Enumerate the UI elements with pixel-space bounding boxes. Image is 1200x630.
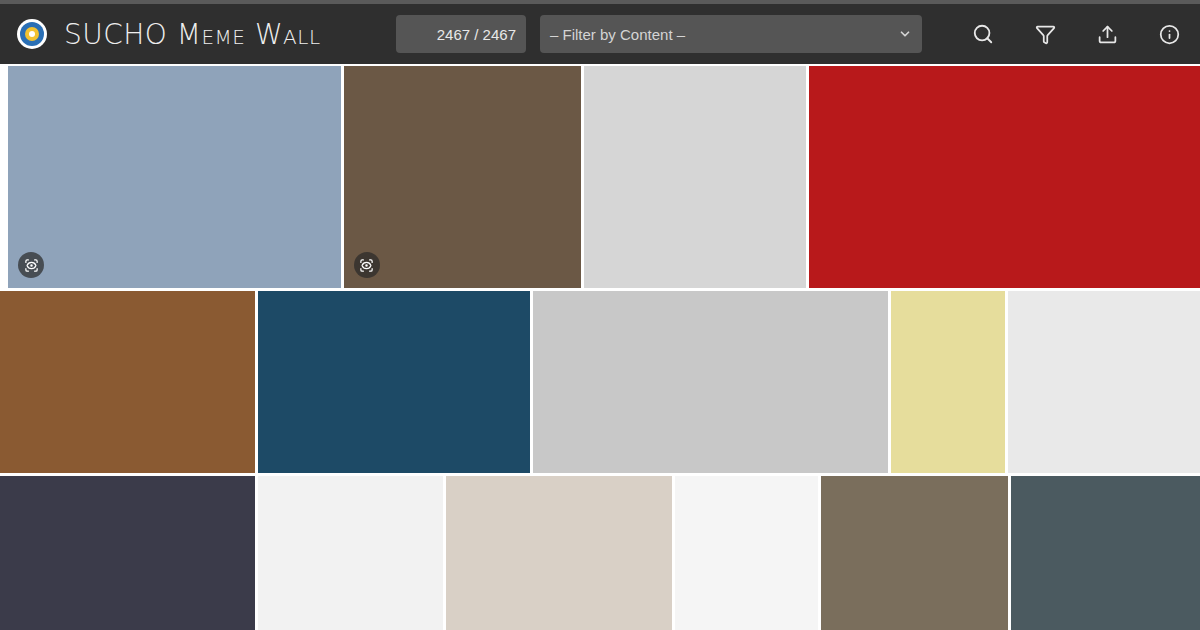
meme-tile[interactable]	[258, 291, 530, 473]
toolbar: SUCHO Meme Wall 2467 / 2467 – Filter by Co…	[0, 0, 1200, 64]
meme-tile[interactable]	[0, 476, 255, 630]
meme-tile[interactable]	[258, 476, 443, 630]
meme-grid	[0, 64, 1200, 630]
meme-tile[interactable]	[584, 66, 806, 288]
meme-tile[interactable]	[533, 291, 888, 473]
meme-wall-page: SUCHO Meme Wall 2467 / 2467 – Filter by Co…	[0, 0, 1200, 630]
meme-tile[interactable]	[344, 66, 582, 288]
meme-tile[interactable]	[821, 476, 1008, 630]
gallery-icon	[359, 258, 374, 273]
search-button[interactable]	[966, 17, 1000, 51]
sucho-logo-icon	[16, 18, 48, 50]
meme-tile[interactable]	[1011, 476, 1200, 630]
gallery-badge[interactable]	[354, 252, 380, 278]
meme-tile[interactable]	[8, 66, 341, 288]
content-filter[interactable]: – Filter by Content –	[540, 15, 922, 53]
gallery-icon	[24, 258, 39, 273]
upload-button[interactable]	[1090, 17, 1124, 51]
meme-tile[interactable]	[891, 291, 1005, 473]
meme-row	[0, 476, 1200, 630]
search-icon	[972, 23, 994, 45]
item-counter[interactable]: 2467 / 2467	[396, 15, 526, 53]
meme-tile[interactable]	[1008, 291, 1200, 473]
filter-button[interactable]	[1028, 17, 1062, 51]
meme-tile[interactable]	[446, 476, 672, 630]
meme-row	[0, 291, 1200, 473]
info-button[interactable]	[1152, 17, 1186, 51]
gallery-badge[interactable]	[18, 252, 44, 278]
info-icon	[1159, 24, 1180, 45]
meme-tile[interactable]	[0, 291, 255, 473]
upload-icon	[1097, 24, 1118, 45]
app-title: SUCHO Meme Wall	[64, 18, 382, 51]
dropdown-arrow-icon	[898, 27, 912, 41]
filter-icon	[1035, 24, 1056, 45]
meme-row	[0, 66, 1200, 288]
meme-tile[interactable]	[809, 66, 1200, 288]
meme-tile[interactable]	[675, 476, 818, 630]
